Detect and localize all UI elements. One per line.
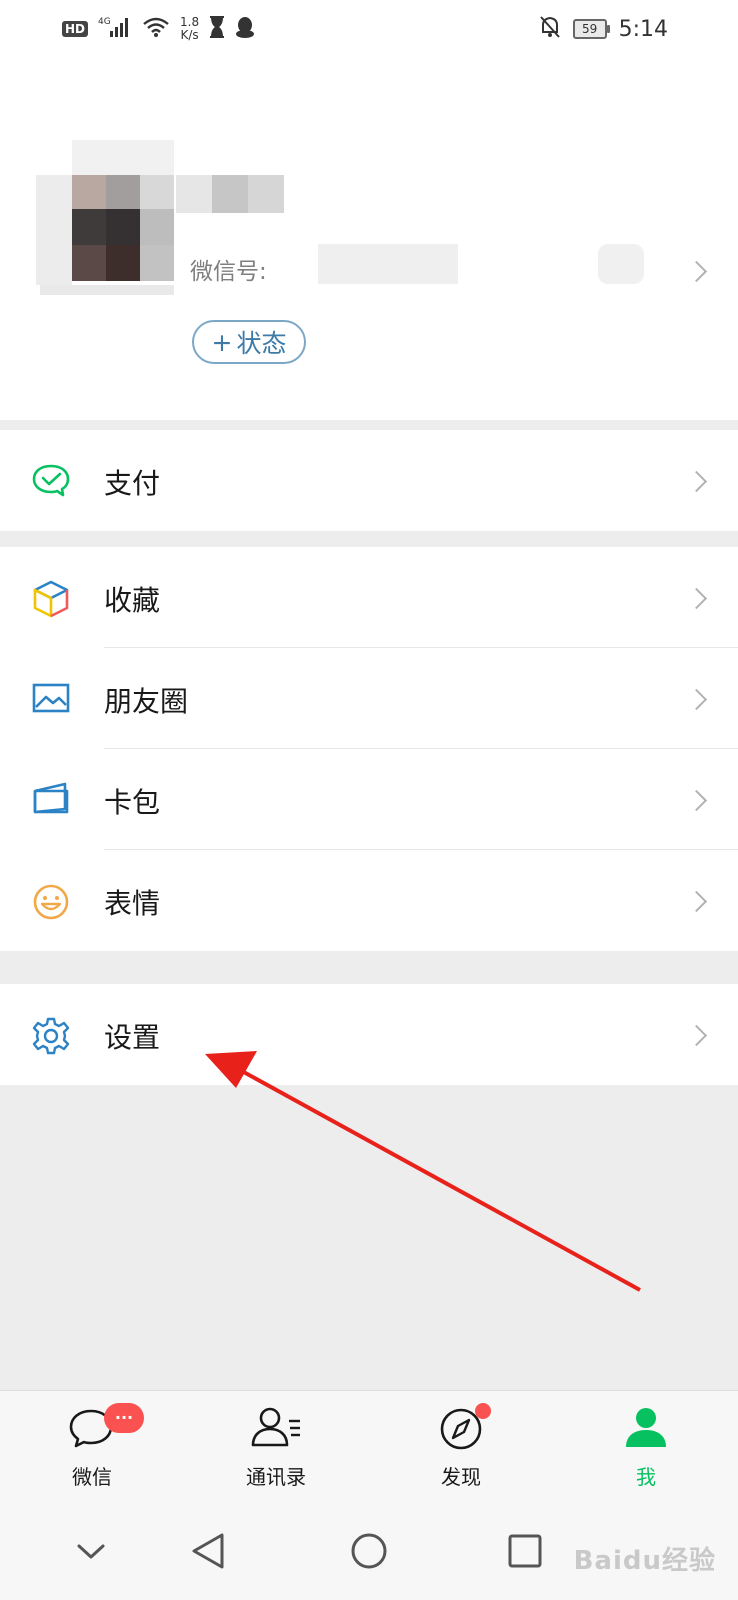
collapse-chevron-icon[interactable] (66, 1526, 116, 1576)
tab-label-discover: 发现 (441, 1465, 481, 1489)
back-triangle-icon[interactable] (185, 1526, 235, 1576)
home-circle-icon[interactable] (344, 1526, 394, 1576)
baidu-watermark: Baidu经验 (573, 1546, 716, 1576)
tab-label-me: 我 (636, 1465, 656, 1489)
unread-badge: ··· (104, 1403, 144, 1433)
tab-label-chats: 微信 (72, 1465, 112, 1489)
new-content-dot (475, 1403, 491, 1419)
system-nav-bar: Baidu经验 (0, 1500, 738, 1600)
me-person-icon (624, 1405, 668, 1453)
tab-me[interactable]: 我 (586, 1391, 706, 1501)
annotation-arrow (205, 1051, 641, 1292)
tab-chats[interactable]: ··· 微信 (32, 1391, 152, 1501)
tab-contacts[interactable]: 通讯录 (216, 1391, 336, 1501)
recents-square-icon[interactable] (500, 1526, 550, 1576)
tab-discover[interactable]: 发现 (401, 1391, 521, 1501)
tab-label-contacts: 通讯录 (246, 1465, 306, 1489)
bottom-tab-bar: ··· 微信 通讯录 发现 我 (0, 1390, 738, 1501)
contacts-person-icon (250, 1405, 302, 1453)
